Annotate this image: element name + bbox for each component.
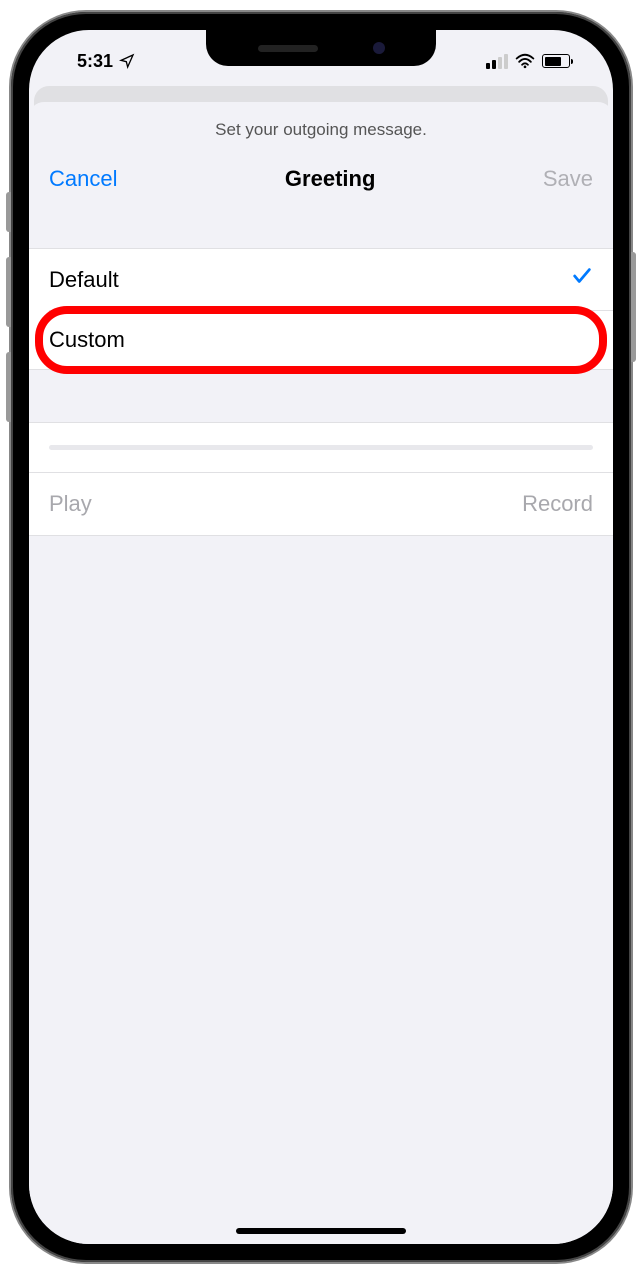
screen: 5:31 [29, 30, 613, 1244]
nav-bar: Cancel Greeting Save [29, 148, 613, 218]
play-button[interactable]: Play [49, 491, 92, 517]
sheet-subtitle: Set your outgoing message. [29, 102, 613, 148]
mute-switch [6, 192, 11, 232]
greeting-options-list: Default Custom [29, 248, 613, 370]
wifi-icon [515, 53, 535, 69]
location-services-icon [119, 53, 135, 69]
checkmark-icon [571, 265, 593, 294]
option-default-label: Default [49, 267, 119, 293]
speaker-grille [258, 45, 318, 52]
greeting-sheet: Set your outgoing message. Cancel Greeti… [29, 102, 613, 1244]
option-custom-label: Custom [49, 327, 125, 353]
save-button[interactable]: Save [543, 166, 593, 192]
playback-actions: Play Record [29, 472, 613, 535]
front-camera [373, 42, 385, 54]
battery-icon [542, 54, 573, 68]
volume-down-button [6, 352, 11, 422]
playback-progress-row [29, 423, 613, 472]
option-default[interactable]: Default [29, 249, 613, 310]
side-buttons-right [631, 252, 636, 362]
phone-frame: 5:31 [11, 12, 631, 1262]
notch [206, 30, 436, 66]
status-right [486, 53, 583, 69]
playback-progress-track[interactable] [49, 445, 593, 450]
status-time: 5:31 [77, 51, 113, 72]
cellular-signal-icon [486, 54, 508, 69]
cancel-button[interactable]: Cancel [49, 166, 117, 192]
side-buttons-left [6, 192, 11, 447]
sheet-title: Greeting [285, 166, 375, 192]
home-indicator[interactable] [236, 1228, 406, 1234]
option-custom[interactable]: Custom [29, 311, 613, 369]
power-button [631, 252, 636, 362]
volume-up-button [6, 257, 11, 327]
playback-section: Play Record [29, 422, 613, 536]
record-button[interactable]: Record [522, 491, 593, 517]
status-left: 5:31 [59, 51, 135, 72]
